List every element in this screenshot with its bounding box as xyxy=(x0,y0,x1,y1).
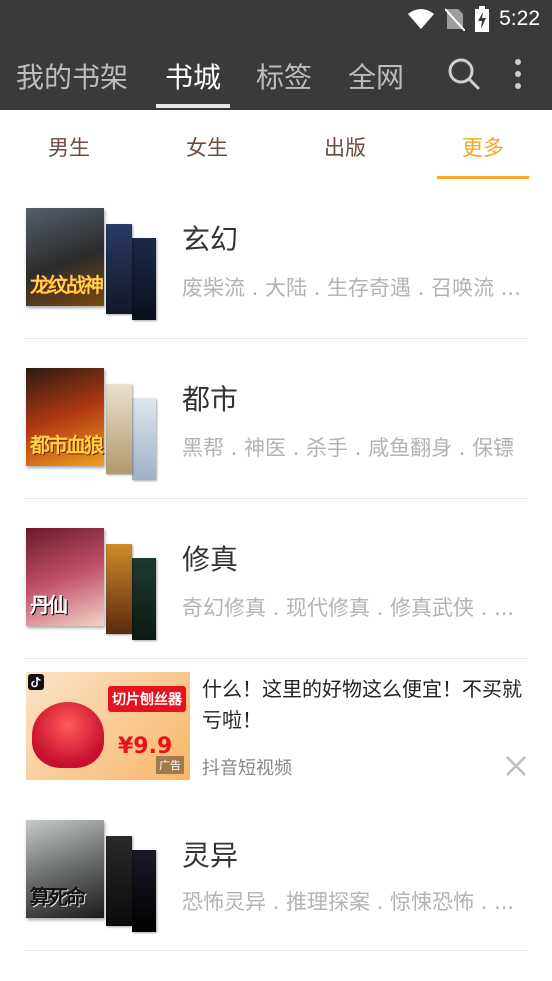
subtab-female[interactable]: 女生 xyxy=(162,132,252,162)
book-cover: 都市血狼 xyxy=(26,368,104,466)
divider xyxy=(24,658,528,659)
ad-headline[interactable]: 什么！这里的好物这么便宜！不买就亏啦！ xyxy=(202,674,532,736)
category-name: 修真 xyxy=(182,543,239,576)
ad-image[interactable]: 切片刨丝器 ¥9.9 广告 xyxy=(26,672,190,780)
tab-all-web[interactable]: 全网 xyxy=(348,56,404,96)
subtab-indicator xyxy=(437,176,529,179)
book-cover xyxy=(106,224,132,314)
ad-banner[interactable]: 切片刨丝器 ¥9.9 广告 什么！这里的好物这么便宜！不买就亏啦！ 抖音短视频 xyxy=(0,660,552,800)
category-tags: 奇幻修真 . 现代修真 . 修真武侠 . ... xyxy=(182,596,515,620)
status-bar: 5:22 xyxy=(0,0,552,38)
search-icon[interactable] xyxy=(446,56,482,92)
tiktok-logo-icon xyxy=(28,674,44,690)
category-name: 玄幻 xyxy=(182,223,239,256)
close-icon[interactable] xyxy=(504,754,528,778)
tab-tags[interactable]: 标签 xyxy=(256,56,312,96)
cover-stack: 算死命 xyxy=(26,820,166,932)
wifi-icon xyxy=(408,9,435,29)
book-cover: 算死命 xyxy=(26,820,104,918)
cover-stack: 龙纹战神 xyxy=(26,208,166,320)
category-item-lingyi[interactable]: 算死命 灵异 恐怖灵异 . 推理探案 . 惊悚恐怖 . ... xyxy=(0,820,552,980)
battery-charging-icon xyxy=(475,6,490,32)
product-title: 切片刨丝器 xyxy=(112,692,182,708)
tab-bookstore[interactable]: 书城 xyxy=(165,56,221,96)
book-cover xyxy=(106,544,132,634)
top-nav: 我的书架 书城 标签 全网 xyxy=(0,38,552,110)
cover-title: 丹仙 xyxy=(30,593,68,617)
book-cover xyxy=(132,238,156,320)
category-item-xuanhuan[interactable]: 龙纹战神 玄幻 废柴流 . 大陆 . 生存奇遇 . 召唤流 ... xyxy=(0,208,552,368)
book-cover: 丹仙 xyxy=(26,528,104,626)
divider xyxy=(24,498,528,499)
tab-indicator xyxy=(156,104,230,108)
cover-title: 都市血狼 xyxy=(30,433,104,457)
more-vertical-icon[interactable] xyxy=(506,56,530,92)
divider xyxy=(24,338,528,339)
divider xyxy=(24,950,528,951)
subtab-more[interactable]: 更多 xyxy=(438,132,528,162)
book-cover xyxy=(132,558,156,640)
category-item-dushi[interactable]: 都市血狼 都市 黑帮 . 神医 . 杀手 . 咸鱼翻身 . 保镖 xyxy=(0,368,552,528)
book-cover xyxy=(132,850,156,932)
slicer-product-graphic xyxy=(32,702,104,768)
category-tags: 黑帮 . 神医 . 杀手 . 咸鱼翻身 . 保镖 xyxy=(182,436,515,460)
book-cover xyxy=(106,384,132,474)
product-title-box: 切片刨丝器 xyxy=(108,686,186,712)
cover-stack: 丹仙 xyxy=(26,528,166,640)
book-cover xyxy=(132,398,156,480)
tab-bookshelf[interactable]: 我的书架 xyxy=(16,56,128,96)
book-cover: 龙纹战神 xyxy=(26,208,104,306)
category-tags: 恐怖灵异 . 推理探案 . 惊悚恐怖 . ... xyxy=(182,890,515,914)
cover-title: 算死命 xyxy=(30,885,86,909)
cover-stack: 都市血狼 xyxy=(26,368,166,480)
ad-source: 抖音短视频 xyxy=(202,758,292,779)
ad-badge: 广告 xyxy=(156,756,184,774)
subtab-publish[interactable]: 出版 xyxy=(300,132,390,162)
status-icons: 5:22 xyxy=(407,6,540,32)
subtab-male[interactable]: 男生 xyxy=(24,132,114,162)
no-sim-icon xyxy=(445,8,466,31)
cover-title: 龙纹战神 xyxy=(30,273,104,297)
category-tags: 废柴流 . 大陆 . 生存奇遇 . 召唤流 ... xyxy=(182,276,521,300)
book-cover xyxy=(106,836,132,926)
category-name: 都市 xyxy=(182,383,239,416)
status-time: 5:22 xyxy=(499,7,540,30)
sub-tabs: 男生 女生 出版 更多 xyxy=(0,110,552,180)
category-name: 灵异 xyxy=(182,839,239,872)
